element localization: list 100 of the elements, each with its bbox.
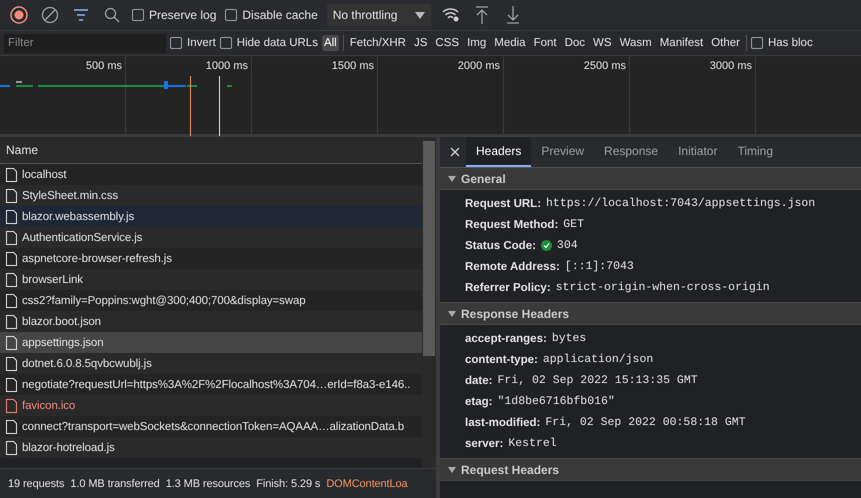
- status-text: DOMContentLoa: [326, 478, 408, 490]
- detail-tab[interactable]: Timing: [727, 137, 784, 167]
- scrollbar[interactable]: [422, 137, 436, 468]
- status-text: Finish: 5.29 s: [256, 478, 320, 490]
- type-filter-button[interactable]: Font: [532, 35, 559, 51]
- request-name: blazor-hotreload.js: [22, 442, 115, 454]
- header-name: date:: [465, 374, 492, 386]
- request-row[interactable]: blazor.boot.json: [0, 311, 422, 332]
- request-row[interactable]: localhost: [0, 164, 422, 185]
- header-value: Fri, 02 Sep 2022 00:58:18 GMT: [545, 416, 746, 429]
- type-filter-button[interactable]: Fetch/XHR: [348, 35, 408, 51]
- type-filter-button[interactable]: Img: [465, 35, 488, 51]
- section-header[interactable]: General: [440, 168, 861, 190]
- type-filter-button[interactable]: CSS: [433, 35, 462, 51]
- header-value: https://localhost:7043/appsettings.json: [546, 197, 816, 210]
- section-title: Request Headers: [461, 462, 560, 476]
- status-text: 1.3 MB resources: [166, 478, 250, 490]
- request-row[interactable]: connect?transport=webSockets&connectionToken=AQAAA…alizationData.b: [0, 416, 422, 437]
- file-icon: [6, 188, 17, 202]
- header-name: etag:: [465, 396, 492, 408]
- request-name: AuthenticationService.js: [22, 232, 142, 244]
- request-row[interactable]: favicon.ico: [0, 395, 422, 416]
- request-name: blazor.boot.json: [22, 316, 101, 328]
- section-header[interactable]: Request Headers: [440, 459, 861, 481]
- record-button[interactable]: [8, 4, 30, 26]
- detail-tab[interactable]: Initiator: [668, 137, 728, 167]
- section-title: Response Headers: [461, 306, 570, 320]
- type-filter-button[interactable]: Doc: [562, 35, 588, 51]
- request-name: negotiate?requestUrl=https%3A%2F%2Flocalhost%3A704…erId=f8a3-e146..: [22, 378, 410, 390]
- section-title: General: [461, 172, 506, 186]
- detail-tab[interactable]: Response: [594, 137, 668, 167]
- detail-tab[interactable]: Preview: [531, 137, 594, 167]
- type-filter-button[interactable]: Media: [492, 35, 528, 51]
- file-icon: [6, 398, 17, 412]
- checkbox[interactable]: Invert: [170, 37, 216, 49]
- checkbox[interactable]: Disable cache: [225, 8, 318, 22]
- file-icon: [6, 420, 17, 434]
- file-icon: [6, 210, 17, 224]
- time-tick: 2500 ms: [504, 56, 630, 134]
- type-filter-button[interactable]: Other: [709, 35, 742, 51]
- file-icon: [6, 440, 17, 454]
- header-value: bytes: [552, 332, 586, 345]
- file-icon: [6, 272, 17, 286]
- throttling-dropdown[interactable]: No throttling: [326, 4, 432, 26]
- request-name: blazor.webassembly.js: [22, 210, 134, 222]
- triangle-icon: [448, 466, 456, 474]
- header-name: server:: [465, 438, 504, 450]
- column-header[interactable]: Name: [0, 137, 422, 164]
- clear-button[interactable]: [39, 4, 61, 26]
- header-name: accept-ranges:: [465, 332, 547, 344]
- file-icon: [6, 378, 17, 392]
- checkbox[interactable]: Has bloc: [750, 37, 813, 49]
- detail-tab[interactable]: Headers: [466, 137, 532, 167]
- file-icon: [6, 336, 17, 350]
- file-icon: [6, 314, 17, 328]
- header-value: 304: [556, 239, 578, 252]
- header-name: last-modified:: [465, 416, 540, 428]
- header-value: "1d8be6716bfb016": [497, 395, 615, 408]
- checkbox[interactable]: Preserve log: [132, 8, 216, 22]
- file-icon: [6, 356, 17, 370]
- filter-field[interactable]: Filter: [4, 34, 166, 52]
- time-tick: 1500 ms: [252, 56, 378, 134]
- request-name: favicon.ico: [22, 400, 76, 412]
- header-name: Request URL:: [465, 198, 542, 210]
- request-row[interactable]: blazor-hotreload.js: [0, 437, 422, 458]
- request-row[interactable]: appsettings.json: [0, 332, 422, 353]
- request-name: css2?family=Poppins:wght@300;400;700&display=swap: [22, 294, 306, 306]
- header-value: [::1]:7043: [564, 260, 634, 273]
- file-icon: [6, 230, 17, 244]
- request-row[interactable]: blazor.webassembly.js: [0, 206, 422, 227]
- file-icon: [6, 252, 17, 266]
- request-name: localhost: [22, 168, 66, 180]
- request-name: aspnetcore-browser-refresh.js: [22, 252, 172, 264]
- header-name: Referrer Policy:: [465, 282, 551, 294]
- request-row[interactable]: browserLink: [0, 269, 422, 290]
- time-tick: 2000 ms: [378, 56, 504, 134]
- triangle-icon: [448, 174, 456, 182]
- header-name: Remote Address:: [465, 260, 560, 272]
- checkbox[interactable]: Hide data URLs: [220, 37, 318, 49]
- type-filter-button[interactable]: All: [322, 35, 339, 51]
- close-icon: [450, 147, 460, 157]
- type-filter-button[interactable]: Wasm: [618, 35, 654, 51]
- request-name: appsettings.json: [22, 336, 104, 348]
- type-filter-button[interactable]: JS: [412, 35, 430, 51]
- request-row[interactable]: dotnet.6.0.8.5qvbcwublj.js: [0, 353, 422, 374]
- request-name: StyleSheet.min.css: [22, 190, 118, 202]
- request-row[interactable]: negotiate?requestUrl=https%3A%2F%2Flocalhost%3A704…erId=f8a3-e146..: [0, 374, 422, 395]
- status-text: 19 requests: [8, 478, 64, 490]
- section-header[interactable]: Response Headers: [440, 303, 861, 325]
- request-row[interactable]: StyleSheet.min.css: [0, 185, 422, 206]
- type-filter-button[interactable]: Manifest: [658, 35, 706, 51]
- request-row[interactable]: AuthenticationService.js: [0, 227, 422, 248]
- request-row[interactable]: css2?family=Poppins:wght@300;400;700&display=swap: [0, 290, 422, 311]
- file-icon: [6, 294, 17, 308]
- header-value: application/json: [542, 353, 654, 366]
- header-value: Kestrel: [508, 437, 557, 450]
- request-row[interactable]: aspnetcore-browser-refresh.js: [0, 248, 422, 269]
- request-name: dotnet.6.0.8.5qvbcwublj.js: [22, 358, 152, 370]
- type-filter-button[interactable]: WS: [591, 35, 614, 51]
- header-value: strict-origin-when-cross-origin: [556, 281, 770, 294]
